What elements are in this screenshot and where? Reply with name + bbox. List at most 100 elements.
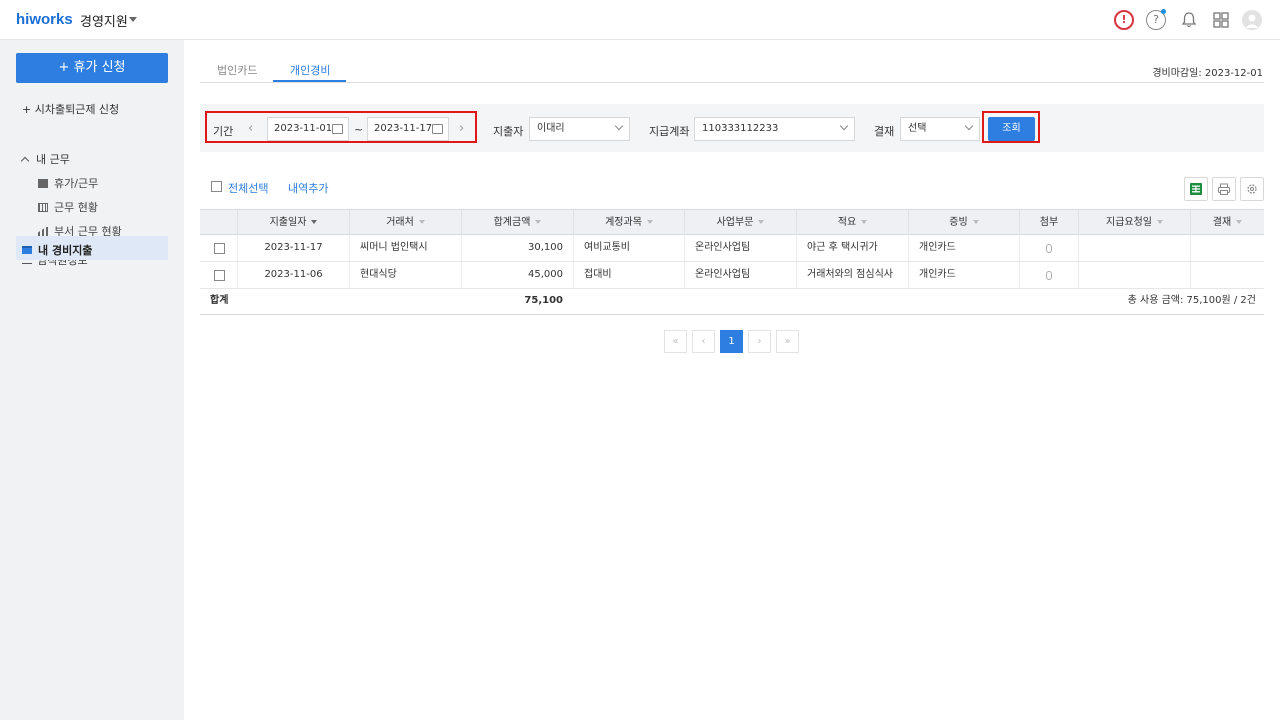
cell-account: 접대비	[573, 262, 684, 288]
chevron-down-icon	[964, 121, 974, 131]
cell-division: 온라인사업팀	[684, 235, 796, 261]
chevron-down-icon	[839, 121, 849, 131]
settings-button[interactable]	[1240, 177, 1264, 201]
sort-icon	[535, 220, 542, 224]
next-page-button[interactable]: ›	[748, 330, 771, 353]
sort-icon	[418, 220, 425, 224]
sidebar-item-my-expense-label[interactable]: 내 경비지출	[22, 242, 92, 258]
alert-icon[interactable]: !	[1114, 10, 1134, 30]
flex-work-request-link[interactable]: + 시차출퇴근제 신청	[22, 101, 119, 117]
spreadsheet-icon	[1190, 183, 1202, 195]
cell-date: 2023-11-17	[237, 235, 349, 261]
printer-icon	[1218, 183, 1230, 195]
print-button[interactable]	[1212, 177, 1236, 201]
total-summary: 총 사용 금액: 75,100원 / 2건	[1127, 295, 1256, 306]
sort-desc-icon	[311, 220, 318, 224]
col-header-request-date[interactable]: 지급요청일	[1078, 210, 1190, 236]
table-header: 지출일자 거래처 합계금액 계정과목 사업부문 적요 증빙 첨부 지급요청일 결…	[200, 209, 1264, 236]
cell-approval	[1190, 235, 1264, 261]
spender-select[interactable]: 이대리	[529, 117, 630, 141]
sort-icon	[972, 220, 979, 224]
select-all-link[interactable]: 전체선택	[228, 180, 268, 196]
col-header-date[interactable]: 지출일자	[237, 210, 349, 236]
avatar[interactable]	[1242, 10, 1262, 30]
apps-grid-icon[interactable]	[1211, 10, 1231, 30]
paperclip-icon[interactable]	[1046, 244, 1052, 253]
spender-label: 지출자	[493, 125, 524, 138]
select-all-checkbox[interactable]	[211, 181, 222, 192]
cell-approval	[1190, 262, 1264, 288]
col-header-proof[interactable]: 증빙	[908, 210, 1019, 236]
approval-select[interactable]: 선택	[900, 117, 980, 141]
cell-amount: 30,100	[461, 235, 573, 261]
bell-icon[interactable]	[1179, 10, 1199, 30]
search-highlight-box	[982, 111, 1040, 143]
sidebar-item-vacation[interactable]: 휴가/근무	[38, 175, 98, 191]
sort-icon	[1236, 220, 1243, 224]
tab-corporate-card[interactable]: 법인카드	[217, 62, 257, 78]
page-1-button[interactable]: 1	[720, 330, 743, 353]
sidebar-item-label: 휴가/근무	[54, 177, 99, 190]
col-header-attachment: 첨부	[1019, 210, 1078, 236]
sidebar: + 휴가 신청	[0, 40, 184, 720]
table-row[interactable]: 2023-11-17 씨머니 법인택시 30,100 여비교통비 온라인사업팀 …	[200, 235, 1264, 262]
cell-request-date	[1078, 235, 1190, 261]
sort-icon	[1157, 220, 1163, 224]
sort-icon	[646, 220, 653, 224]
my-work-label: 내 근무	[36, 153, 70, 166]
gear-icon	[1247, 184, 1257, 194]
cell-memo: 야근 후 택시귀가	[796, 235, 908, 261]
account-select[interactable]: 110333112233	[694, 117, 855, 141]
cell-attachment	[1019, 235, 1078, 261]
bar-chart-icon	[38, 227, 48, 236]
card-icon	[22, 246, 32, 254]
cell-date: 2023-11-06	[237, 262, 349, 288]
add-item-link[interactable]: 내역추가	[288, 180, 328, 196]
calendar-grid-icon	[38, 203, 48, 212]
table-row[interactable]: 2023-11-06 현대식당 45,000 접대비 온라인사업팀 거래처와의 …	[200, 262, 1264, 289]
vacation-request-button[interactable]: + 휴가 신청	[16, 53, 168, 83]
cell-amount: 45,000	[461, 262, 573, 288]
row-checkbox[interactable]	[214, 270, 225, 281]
sort-icon	[758, 220, 765, 224]
caret-down-icon[interactable]	[129, 17, 137, 22]
cell-proof: 개인카드	[908, 235, 1019, 261]
deadline-text: 경비마감일: 2023-12-01	[1152, 68, 1263, 79]
total-label: 합계	[210, 295, 229, 306]
col-header-division[interactable]: 사업부문	[684, 210, 796, 236]
chevron-down-icon	[614, 121, 624, 131]
row-checkbox[interactable]	[214, 243, 225, 254]
cell-attachment	[1019, 262, 1078, 288]
sidebar-item-label: 근무 현황	[54, 201, 98, 214]
my-work-section[interactable]: 내 근무	[20, 151, 70, 167]
col-header-approval[interactable]: 결재	[1190, 210, 1264, 236]
first-page-button[interactable]: «	[664, 330, 687, 353]
app-switcher[interactable]: 경영지원	[80, 11, 128, 30]
cell-memo: 거래처와의 점심식사	[796, 262, 908, 288]
col-header-account[interactable]: 계정과목	[573, 210, 684, 236]
approval-label: 결재	[874, 125, 895, 138]
col-header-memo[interactable]: 적요	[796, 210, 908, 236]
active-tab-indicator	[273, 80, 346, 82]
sidebar-item-work-status[interactable]: 근무 현황	[38, 199, 98, 215]
cell-account: 여비교통비	[573, 235, 684, 261]
col-header-vendor[interactable]: 거래처	[349, 210, 461, 236]
cell-vendor: 씨머니 법인택시	[349, 235, 461, 261]
sort-icon	[861, 220, 868, 224]
cell-division: 온라인사업팀	[684, 262, 796, 288]
period-highlight-box	[205, 111, 477, 143]
last-page-button[interactable]: »	[776, 330, 799, 353]
chevron-up-icon	[20, 156, 30, 166]
logo[interactable]: hiworks	[16, 11, 73, 28]
paperclip-icon[interactable]	[1046, 271, 1052, 280]
account-label: 지급계좌	[649, 125, 690, 138]
tab-bar: 법인카드 개인경비	[200, 52, 1264, 83]
tab-personal-expense[interactable]: 개인경비	[290, 62, 330, 78]
total-amount: 75,100	[524, 295, 563, 306]
calendar-icon	[38, 179, 48, 188]
cell-proof: 개인카드	[908, 262, 1019, 288]
col-header-amount[interactable]: 합계금액	[461, 210, 573, 236]
prev-page-button[interactable]: ‹	[692, 330, 715, 353]
cell-request-date	[1078, 262, 1190, 288]
excel-export-button[interactable]	[1184, 177, 1208, 201]
